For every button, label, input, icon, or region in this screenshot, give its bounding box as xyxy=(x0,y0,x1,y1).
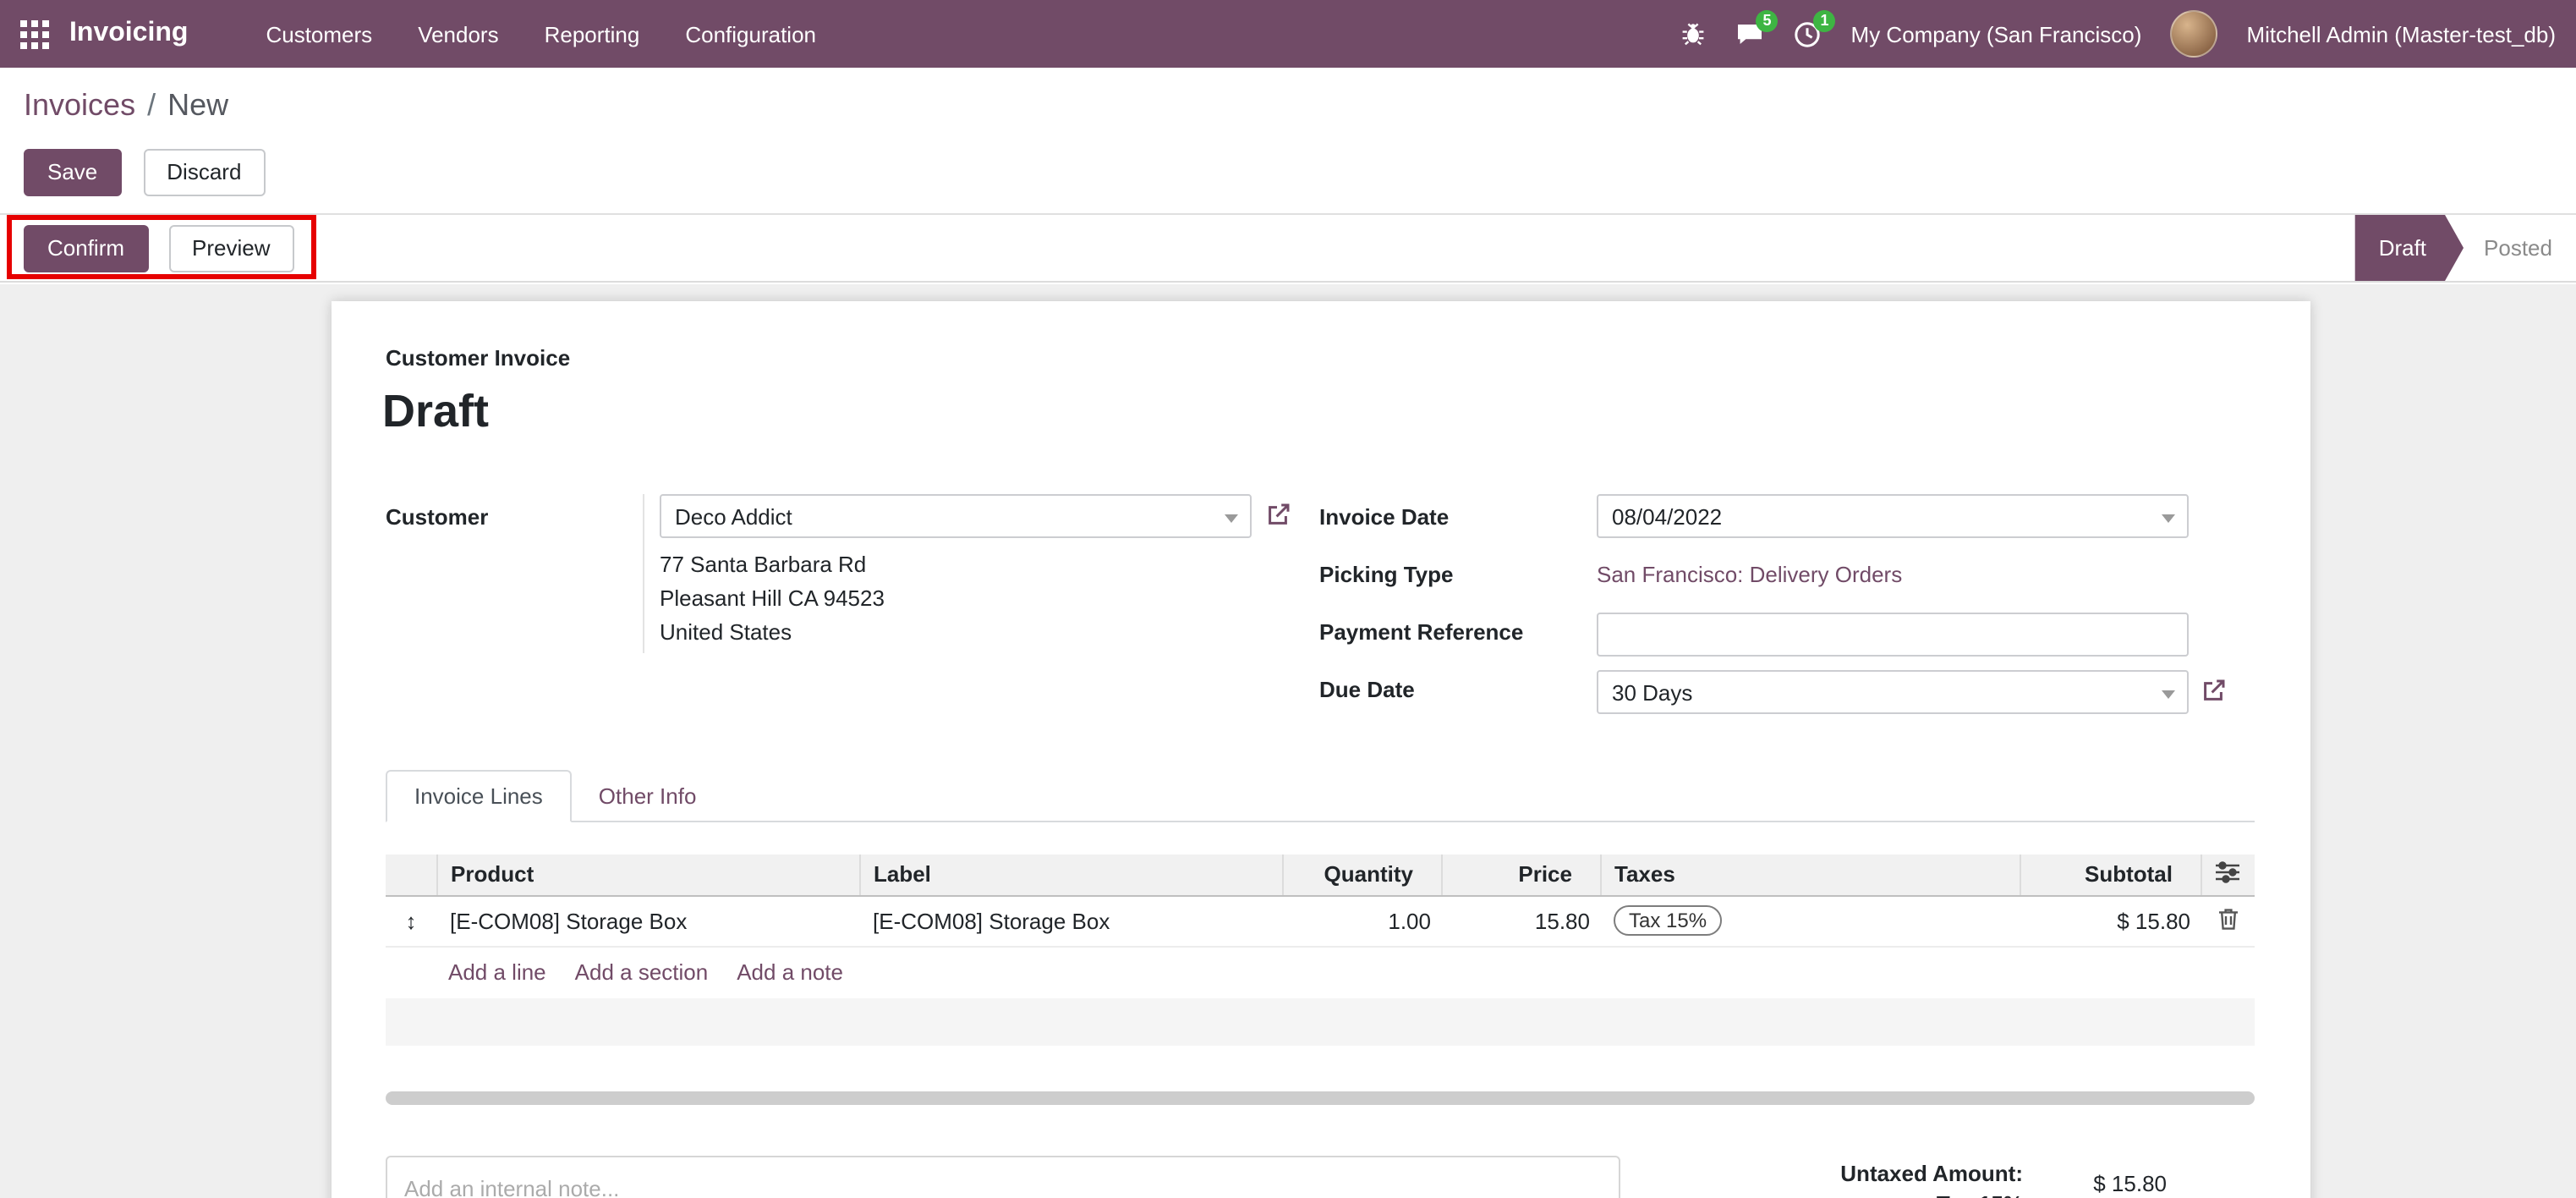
field-column-separator xyxy=(643,494,644,653)
horizontal-scrollbar[interactable] xyxy=(386,1091,2255,1105)
menu-customers[interactable]: Customers xyxy=(266,21,372,47)
confirm-button[interactable]: Confirm xyxy=(24,224,149,272)
user-menu[interactable]: Mitchell Admin (Master-test_db) xyxy=(2246,21,2556,47)
add-a-section-link[interactable]: Add a section xyxy=(575,959,709,985)
content-background: Customer Invoice Draft Customer Deco Add… xyxy=(0,284,2576,1198)
app-name[interactable]: Invoicing xyxy=(69,19,188,49)
notebook-tabs: Invoice Lines Other Info xyxy=(386,770,2255,822)
customer-address: 77 Santa Barbara Rd Pleasant Hill CA 945… xyxy=(660,548,885,650)
line-price-cell[interactable]: 15.80 xyxy=(1441,895,1600,947)
line-label-cell[interactable]: [E-COM08] Storage Box xyxy=(859,895,1282,947)
address-line-2: Pleasant Hill CA 94523 xyxy=(660,585,885,611)
caret-down-icon xyxy=(2162,690,2175,699)
untaxed-amount-value: $ 15.80 xyxy=(2093,1171,2167,1196)
activity-icon[interactable]: 1 xyxy=(1794,9,1836,48)
caret-down-icon xyxy=(2162,514,2175,523)
address-line-1: 77 Santa Barbara Rd xyxy=(660,552,867,577)
empty-row-stripe xyxy=(386,998,2255,1046)
preview-button[interactable]: Preview xyxy=(168,224,294,272)
odoo-invoicing-app: Invoicing Customers Vendors Reporting Co… xyxy=(0,0,2576,1198)
product-column-header[interactable]: Product xyxy=(436,855,859,896)
due-date-select[interactable]: 30 Days xyxy=(1597,670,2189,714)
tax-badge[interactable]: Tax 15% xyxy=(1614,905,1723,936)
status-posted[interactable]: Posted xyxy=(2464,215,2573,281)
messages-badge: 5 xyxy=(1756,10,1779,32)
caret-down-icon xyxy=(1225,514,1238,523)
top-navbar: Invoicing Customers Vendors Reporting Co… xyxy=(0,0,2576,68)
apps-grid-icon[interactable] xyxy=(20,19,49,48)
invoice-date-label: Invoice Date xyxy=(1319,504,1450,530)
statusbar: Confirm Preview Draft Posted xyxy=(0,213,2576,283)
line-product-cell[interactable]: [E-COM08] Storage Box xyxy=(436,895,859,947)
customer-value: Deco Addict xyxy=(675,503,792,529)
document-type-label: Customer Invoice xyxy=(386,345,571,371)
menu-configuration[interactable]: Configuration xyxy=(685,21,816,47)
payment-reference-label: Payment Reference xyxy=(1319,619,1524,645)
status-widget: Draft Posted xyxy=(2355,215,2573,281)
invoice-date-value: 08/04/2022 xyxy=(1612,503,1723,529)
delete-row-icon[interactable] xyxy=(2201,895,2255,947)
activity-badge: 1 xyxy=(1813,9,1836,31)
discard-button[interactable]: Discard xyxy=(143,149,266,196)
quantity-column-header[interactable]: Quantity xyxy=(1281,855,1441,896)
subtotal-column-header[interactable]: Subtotal xyxy=(2019,855,2201,896)
status-draft[interactable]: Draft xyxy=(2355,215,2464,281)
due-date-label: Due Date xyxy=(1319,677,1415,702)
payment-reference-input[interactable] xyxy=(1597,613,2189,657)
line-quantity-cell[interactable]: 1.00 xyxy=(1282,895,1441,947)
picking-type-label: Picking Type xyxy=(1319,562,1454,587)
invoice-lines-table: Product Label Quantity Price Taxes Subto… xyxy=(386,855,2255,947)
line-subtotal-cell: $ 15.80 xyxy=(2020,895,2201,947)
navbar-right: 5 1 My Company (San Francisco) Mitchell … xyxy=(1680,9,2556,58)
due-date-external-link-icon[interactable] xyxy=(2202,679,2226,702)
label-column-header[interactable]: Label xyxy=(858,855,1282,896)
tab-invoice-lines[interactable]: Invoice Lines xyxy=(386,770,572,822)
messages-icon[interactable]: 5 xyxy=(1736,10,1779,47)
breadcrumb-invoices[interactable]: Invoices xyxy=(24,88,135,124)
drag-handle-icon[interactable]: ↕ xyxy=(386,895,436,947)
avatar[interactable] xyxy=(2170,10,2218,58)
menu-reporting[interactable]: Reporting xyxy=(545,21,640,47)
save-button[interactable]: Save xyxy=(24,149,122,196)
due-date-value: 30 Days xyxy=(1612,679,1693,705)
customer-select[interactable]: Deco Addict xyxy=(660,494,1252,538)
address-line-3: United States xyxy=(660,619,792,645)
picking-type-value[interactable]: San Francisco: Delivery Orders xyxy=(1597,562,1902,587)
tax-total-label: Tax 15% xyxy=(1668,1191,2023,1198)
handle-column-header xyxy=(386,855,436,896)
optional-columns-icon[interactable] xyxy=(2200,855,2255,896)
internal-note-input[interactable] xyxy=(386,1156,1620,1198)
table-add-links: Add a line Add a section Add a note xyxy=(448,959,843,985)
untaxed-amount-label: Untaxed Amount: xyxy=(1840,1161,2023,1186)
table-header-row: Product Label Quantity Price Taxes Subto… xyxy=(386,855,2255,896)
line-taxes-cell[interactable]: Tax 15% xyxy=(1600,895,2020,947)
document-state-title: Draft xyxy=(382,386,490,437)
add-a-note-link[interactable]: Add a note xyxy=(737,959,843,985)
breadcrumb: Invoices / New xyxy=(24,88,228,124)
menu-vendors[interactable]: Vendors xyxy=(418,21,498,47)
add-a-line-link[interactable]: Add a line xyxy=(448,959,546,985)
form-action-buttons: Save Discard xyxy=(24,149,266,196)
breadcrumb-current: New xyxy=(167,88,229,122)
breadcrumb-separator: / xyxy=(147,88,156,122)
tab-other-info[interactable]: Other Info xyxy=(572,770,724,821)
customer-label: Customer xyxy=(386,504,489,530)
bug-icon[interactable] xyxy=(1680,20,1707,47)
invoice-sheet: Customer Invoice Draft Customer Deco Add… xyxy=(332,301,2310,1198)
navbar-left: Invoicing Customers Vendors Reporting Co… xyxy=(20,19,816,49)
invoice-line-row[interactable]: ↕ [E-COM08] Storage Box [E-COM08] Storag… xyxy=(386,895,2255,947)
main-menu: Customers Vendors Reporting Configuratio… xyxy=(266,21,816,47)
taxes-column-header[interactable]: Taxes xyxy=(1599,855,2020,896)
customer-external-link-icon[interactable] xyxy=(1267,503,1291,526)
company-switcher[interactable]: My Company (San Francisco) xyxy=(1851,21,2142,47)
invoice-date-select[interactable]: 08/04/2022 xyxy=(1597,494,2189,538)
price-column-header[interactable]: Price xyxy=(1440,855,1600,896)
